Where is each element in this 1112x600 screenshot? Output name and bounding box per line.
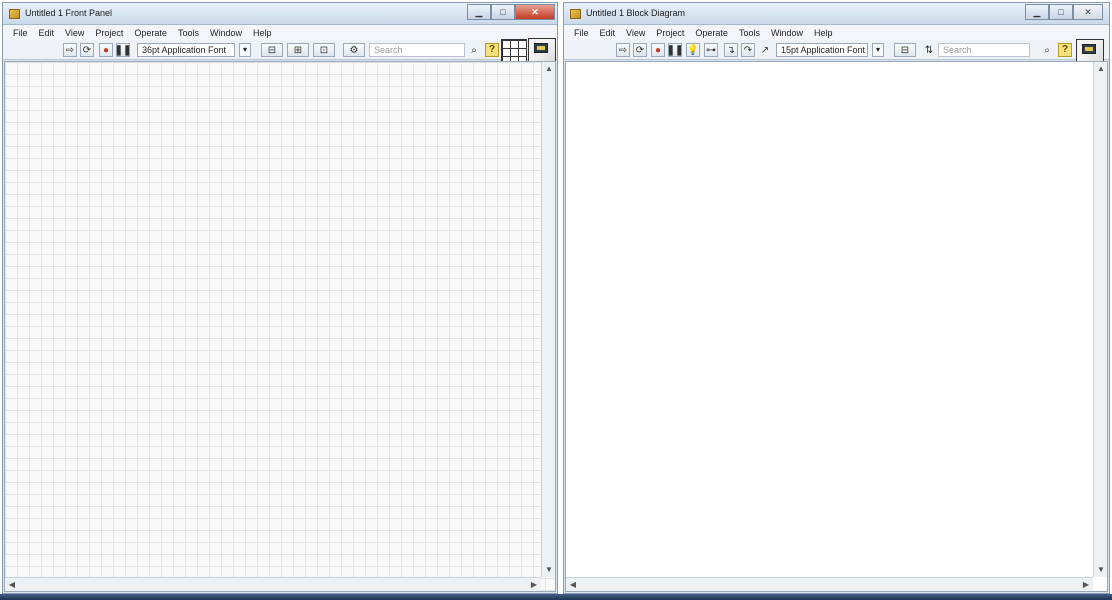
vertical-scrollbar[interactable]: ▲ ▼: [1093, 62, 1107, 577]
front-panel-canvas[interactable]: ▲ ▼ ◀ ▶: [4, 61, 556, 592]
block-diagram-title: Untitled 1 Block Diagram: [586, 8, 686, 18]
step-out-icon[interactable]: ↗: [758, 43, 772, 57]
help-button[interactable]: ?: [485, 43, 499, 57]
vertical-scrollbar[interactable]: ▲ ▼: [541, 62, 555, 577]
run-arrow-icon[interactable]: ⇨: [616, 43, 630, 57]
maximize-button[interactable]: □: [1049, 4, 1073, 20]
align-objects-icon[interactable]: ⊟: [261, 43, 283, 57]
distribute-objects-icon[interactable]: ⊞: [287, 43, 309, 57]
block-diagram-toolbar: ⇨ ⟳ ● ❚❚ 💡 ⊶ ↴ ↷ ↗ 15pt Application Font…: [564, 40, 1109, 60]
block-diagram-title-bar[interactable]: Untitled 1 Block Diagram ▁ □ ✕: [564, 3, 1109, 25]
menu-project[interactable]: Project: [95, 28, 123, 38]
scroll-down-icon[interactable]: ▼: [542, 563, 556, 577]
block-diagram-window: Untitled 1 Block Diagram ▁ □ ✕ File Edit…: [563, 2, 1110, 594]
close-button[interactable]: ✕: [1073, 4, 1103, 20]
block-diagram-menu-bar: File Edit View Project Operate Tools Win…: [564, 25, 1109, 40]
scroll-left-icon[interactable]: ◀: [5, 578, 19, 592]
run-continuously-icon[interactable]: ⟳: [633, 43, 647, 57]
horizontal-scrollbar[interactable]: ◀ ▶: [5, 577, 541, 591]
retain-wire-values-icon[interactable]: ⊶: [704, 43, 718, 57]
menu-tools[interactable]: Tools: [178, 28, 199, 38]
menu-window[interactable]: Window: [210, 28, 242, 38]
front-panel-window: Untitled 1 Front Panel ▁ □ ✕ File Edit V…: [2, 2, 558, 594]
scroll-right-icon[interactable]: ▶: [1079, 578, 1093, 592]
front-panel-title-bar[interactable]: Untitled 1 Front Panel ▁ □ ✕: [3, 3, 557, 25]
run-arrow-icon[interactable]: ⇨: [63, 43, 77, 57]
front-panel-toolbar: ⇨ ⟳ ● ❚❚ 36pt Application Font ▾ ⊟ ⊞ ⊡ ⚙…: [3, 40, 557, 60]
resize-objects-icon[interactable]: ⊡: [313, 43, 335, 57]
menu-view[interactable]: View: [65, 28, 84, 38]
menu-help[interactable]: Help: [814, 28, 833, 38]
menu-help[interactable]: Help: [253, 28, 272, 38]
highlight-execution-icon[interactable]: 💡: [686, 43, 700, 57]
menu-file[interactable]: File: [13, 28, 28, 38]
horizontal-scrollbar[interactable]: ◀ ▶: [566, 577, 1093, 591]
search-input[interactable]: Search: [938, 43, 1030, 57]
scroll-up-icon[interactable]: ▲: [1094, 62, 1108, 76]
menu-window[interactable]: Window: [771, 28, 803, 38]
menu-view[interactable]: View: [626, 28, 645, 38]
font-selector[interactable]: 36pt Application Font: [137, 43, 235, 57]
window-controls: ▁ □ ✕: [1025, 4, 1103, 20]
font-selector[interactable]: 15pt Application Font: [776, 43, 868, 57]
search-icon[interactable]: ⌕: [1040, 43, 1054, 57]
labview-app-icon: [9, 9, 20, 19]
abort-execution-icon[interactable]: ●: [99, 43, 113, 57]
minimize-button[interactable]: ▁: [1025, 4, 1049, 20]
run-continuously-icon[interactable]: ⟳: [80, 43, 94, 57]
block-diagram-canvas[interactable]: ▲ ▼ ◀ ▶: [565, 61, 1108, 592]
scroll-down-icon[interactable]: ▼: [1094, 563, 1108, 577]
front-panel-title: Untitled 1 Front Panel: [25, 8, 113, 18]
minimize-button[interactable]: ▁: [467, 4, 491, 20]
abort-execution-icon[interactable]: ●: [651, 43, 665, 57]
font-dropdown-arrow-icon[interactable]: ▾: [239, 43, 251, 57]
maximize-button[interactable]: □: [491, 4, 515, 20]
font-dropdown-arrow-icon[interactable]: ▾: [872, 43, 884, 57]
step-over-icon[interactable]: ↷: [741, 43, 755, 57]
os-taskbar[interactable]: [0, 594, 1112, 600]
menu-edit[interactable]: Edit: [600, 28, 616, 38]
scroll-left-icon[interactable]: ◀: [566, 578, 580, 592]
menu-file[interactable]: File: [574, 28, 589, 38]
menu-edit[interactable]: Edit: [39, 28, 55, 38]
menu-operate[interactable]: Operate: [134, 28, 167, 38]
search-input[interactable]: Search: [369, 43, 465, 57]
help-button[interactable]: ?: [1058, 43, 1072, 57]
reorder-icon[interactable]: ⚙: [343, 43, 365, 57]
scroll-up-icon[interactable]: ▲: [542, 62, 556, 76]
distribute-objects-icon[interactable]: ⇅: [922, 43, 936, 57]
scroll-right-icon[interactable]: ▶: [527, 578, 541, 592]
search-icon[interactable]: ⌕: [467, 43, 481, 57]
menu-operate[interactable]: Operate: [695, 28, 728, 38]
close-button[interactable]: ✕: [515, 4, 555, 20]
step-into-icon[interactable]: ↴: [724, 43, 738, 57]
front-panel-menu-bar: File Edit View Project Operate Tools Win…: [3, 25, 557, 40]
labview-app-icon: [570, 9, 581, 19]
window-controls: ▁ □ ✕: [467, 4, 555, 20]
pause-icon[interactable]: ❚❚: [667, 43, 683, 57]
align-objects-icon[interactable]: ⊟: [894, 43, 916, 57]
pause-icon[interactable]: ❚❚: [115, 43, 131, 57]
menu-project[interactable]: Project: [656, 28, 684, 38]
menu-tools[interactable]: Tools: [739, 28, 760, 38]
